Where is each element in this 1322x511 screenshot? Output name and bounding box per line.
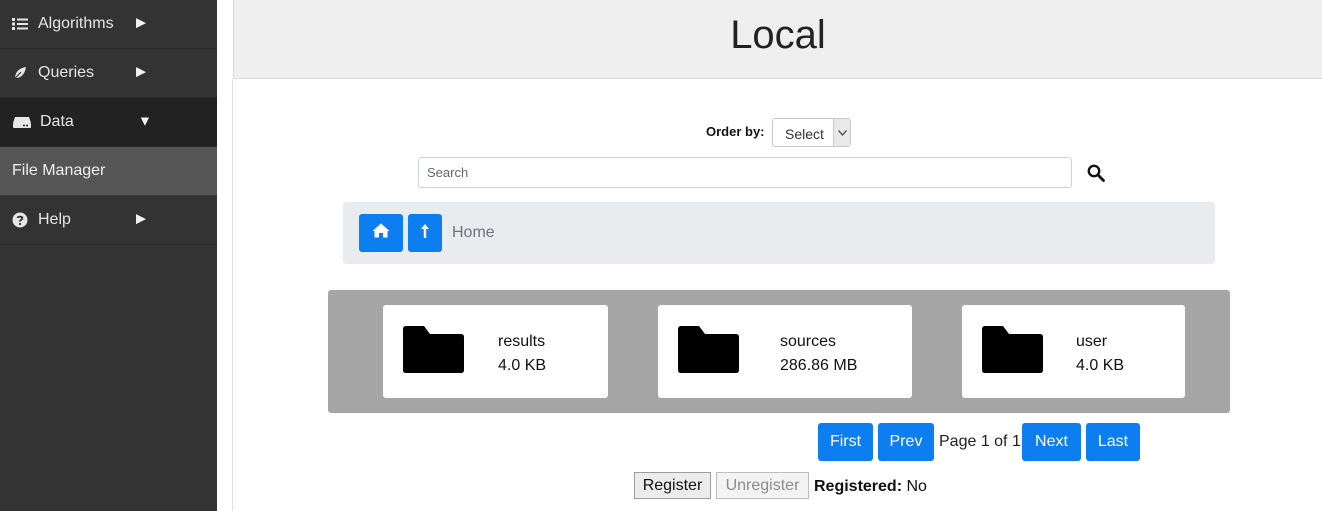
registration-status-value: No xyxy=(906,478,927,495)
chevron-right-icon: ▶ xyxy=(136,63,146,79)
prev-page-button[interactable]: Prev xyxy=(878,423,934,461)
list-icon xyxy=(12,17,28,31)
sidebar-item-label: Data xyxy=(40,113,74,130)
last-page-button[interactable]: Last xyxy=(1086,423,1140,461)
hdd-icon xyxy=(12,115,32,129)
parent-folder-button[interactable] xyxy=(408,214,442,252)
sidebar-item-algorithms[interactable]: Algorithms ▶ xyxy=(0,0,217,49)
home-icon xyxy=(372,223,390,243)
order-by-label: Order by: xyxy=(706,124,765,139)
file-name: sources xyxy=(780,333,837,350)
first-page-button[interactable]: First xyxy=(818,423,873,461)
register-button[interactable]: Register xyxy=(634,472,711,499)
file-size: 4.0 KB xyxy=(1076,357,1125,374)
order-by-select[interactable]: Select xyxy=(772,118,851,147)
file-size: 286.86 MB xyxy=(780,357,858,374)
file-card-results[interactable]: results 4.0 KB xyxy=(383,305,608,398)
question-circle-icon xyxy=(12,212,28,228)
chevron-right-icon: ▶ xyxy=(136,210,146,226)
arrow-up-icon xyxy=(420,223,430,244)
file-card-user[interactable]: user 4.0 KB xyxy=(962,305,1185,398)
sidebar-item-help[interactable]: Help ▶ xyxy=(0,196,217,245)
sidebar: Algorithms ▶ Queries ▶ Data ▼ File Manag… xyxy=(0,0,217,511)
sidebar-item-label: Algorithms xyxy=(38,15,114,32)
breadcrumb-current: Home xyxy=(452,224,495,241)
page-title: Local xyxy=(730,13,826,57)
chevron-right-icon: ▶ xyxy=(136,14,146,30)
folder-icon xyxy=(675,325,740,375)
sidebar-item-data[interactable]: Data ▼ xyxy=(0,98,217,147)
file-name: results xyxy=(498,333,546,350)
folder-icon xyxy=(979,325,1044,375)
search-input[interactable] xyxy=(418,157,1072,188)
page-indicator: Page 1 of 1 xyxy=(939,433,1021,450)
registration-status-label: Registered: xyxy=(814,478,903,495)
leaf-icon xyxy=(12,66,28,80)
sidebar-item-label: Queries xyxy=(38,64,95,81)
file-card-sources[interactable]: sources 286.86 MB xyxy=(658,305,912,398)
order-by-value: Select xyxy=(785,126,824,142)
registration-status: Registered: No xyxy=(814,478,927,496)
chevron-down-icon xyxy=(833,119,850,146)
unregister-button[interactable]: Unregister xyxy=(716,472,809,499)
folder-icon xyxy=(400,325,465,375)
sidebar-subitem-file-manager[interactable]: File Manager xyxy=(0,147,217,196)
home-button[interactable] xyxy=(359,214,403,252)
page-header: Local xyxy=(233,0,1322,79)
file-size: 4.0 KB xyxy=(498,357,547,374)
chevron-down-icon: ▼ xyxy=(138,112,152,129)
file-name: user xyxy=(1076,333,1108,350)
sidebar-item-label: Help xyxy=(38,211,71,228)
next-page-button[interactable]: Next xyxy=(1022,423,1081,461)
search-icon[interactable] xyxy=(1087,164,1105,182)
divider xyxy=(232,79,233,511)
sidebar-item-queries[interactable]: Queries ▶ xyxy=(0,49,217,98)
